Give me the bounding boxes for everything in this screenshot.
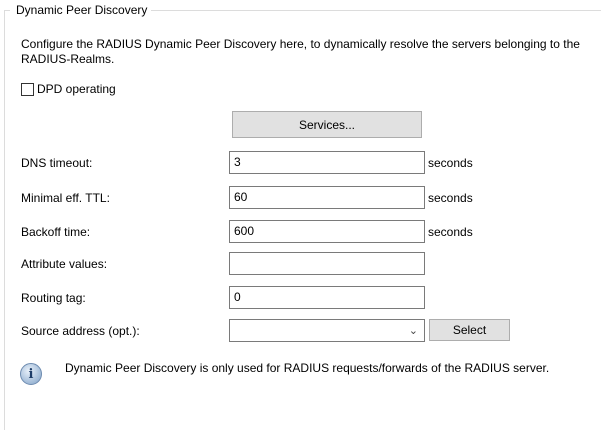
source-address-label: Source address (opt.): bbox=[21, 324, 140, 338]
source-address-combobox[interactable]: ⌄ bbox=[229, 319, 425, 342]
description-text: Configure the RADIUS Dynamic Peer Discov… bbox=[21, 37, 580, 66]
info-text: Dynamic Peer Discovery is only used for … bbox=[65, 361, 550, 375]
dpd-operating-checkbox[interactable] bbox=[21, 82, 34, 96]
info-icon: i bbox=[20, 363, 42, 385]
backoff-time-input[interactable]: 600 bbox=[229, 220, 425, 243]
attribute-values-label: Attribute values: bbox=[21, 257, 108, 271]
dpd-operating-label: DPD operating bbox=[37, 82, 116, 96]
dns-timeout-input[interactable]: 3 bbox=[229, 151, 425, 174]
dns-timeout-label: DNS timeout: bbox=[21, 156, 93, 170]
minimal-ttl-unit: seconds bbox=[428, 191, 473, 205]
routing-tag-input[interactable]: 0 bbox=[229, 286, 425, 309]
attribute-values-input[interactable] bbox=[229, 252, 425, 275]
chevron-down-icon[interactable]: ⌄ bbox=[409, 324, 418, 337]
routing-tag-label: Routing tag: bbox=[21, 291, 86, 305]
services-button[interactable]: Services... bbox=[232, 111, 422, 138]
backoff-time-label: Backoff time: bbox=[21, 225, 91, 239]
minimal-ttl-input[interactable]: 60 bbox=[229, 186, 425, 209]
group-title: Dynamic Peer Discovery bbox=[10, 3, 152, 17]
minimal-ttl-label: Minimal eff. TTL: bbox=[21, 191, 110, 205]
backoff-time-unit: seconds bbox=[428, 225, 473, 239]
dpd-operating-checkbox-row[interactable]: DPD operating bbox=[21, 82, 116, 96]
select-button[interactable]: Select bbox=[429, 319, 510, 341]
dns-timeout-unit: seconds bbox=[428, 156, 473, 170]
